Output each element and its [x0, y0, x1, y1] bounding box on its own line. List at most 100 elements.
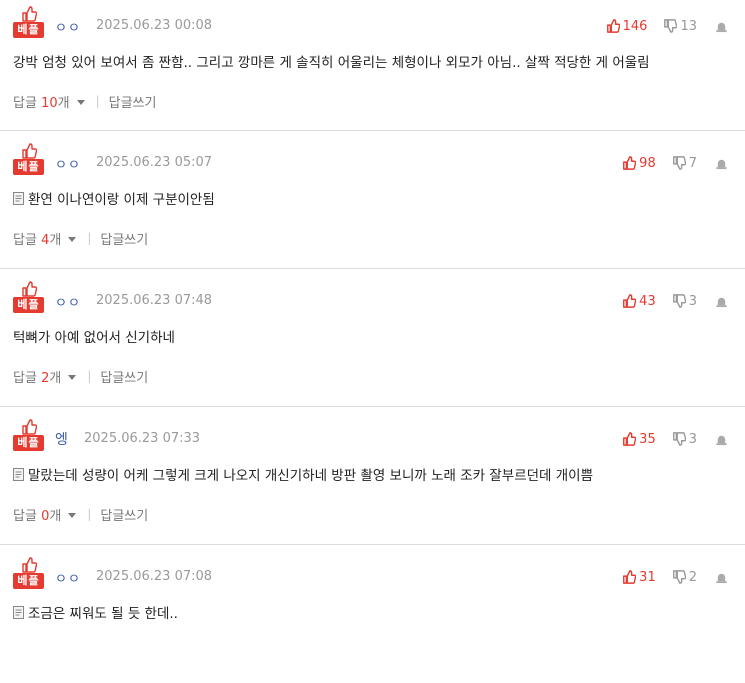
upvote-button[interactable]: 35 [622, 432, 656, 447]
nickname[interactable]: 엥 [55, 429, 68, 449]
thumbs-down-icon [672, 294, 686, 308]
upvote-button[interactable]: 31 [622, 570, 656, 585]
comment-header: 베플 ㅇㅇ 2025.06.23 05:07 98 7 [13, 143, 737, 178]
upvote-count: 146 [622, 18, 648, 34]
vote-area: 35 3 [622, 430, 729, 448]
divider: | [87, 507, 92, 521]
siren-icon [716, 573, 727, 583]
comment-text: 말랐는데 성량이 어케 그렇게 크게 나오지 개신기하네 방판 촬영 보니까 노… [13, 464, 737, 484]
nickname[interactable]: ㅇㅇ [55, 292, 81, 311]
caret-down-icon[interactable] [68, 513, 77, 518]
comment-text: 조금은 찌워도 될 듯 한데.. [13, 602, 737, 622]
reply-toggle[interactable]: 답글 0개 [13, 505, 61, 524]
best-label: 베플 [13, 435, 44, 451]
thumbs-up-icon [22, 557, 37, 573]
comment-text: 턱뼈가 아예 없어서 신기하네 [13, 330, 175, 346]
upvote-button[interactable]: 43 [622, 294, 656, 309]
downvote-button[interactable]: 3 [672, 294, 697, 309]
comment-item: 베플 ㅇㅇ 2025.06.23 00:08 146 13 강박 엄청 있어 보… [0, 0, 745, 131]
report-button[interactable] [715, 19, 729, 33]
write-reply-button[interactable]: 답글쓰기 [100, 229, 148, 248]
comment-text: 강박 엄청 있어 보여서 좀 짠함.. 그리고 깡마른 게 솔직히 어울리는 체… [13, 55, 650, 71]
comment-list: 베플 ㅇㅇ 2025.06.23 00:08 146 13 강박 엄청 있어 보… [0, 0, 745, 683]
comment-footer: 답글 2개 | 답글쓰기 [13, 367, 737, 386]
write-reply-button[interactable]: 답글쓰기 [109, 92, 157, 111]
downvote-button[interactable]: 2 [672, 570, 697, 585]
thumbs-down-icon [664, 19, 678, 33]
document-icon [13, 605, 24, 619]
write-reply-button[interactable]: 답글쓰기 [100, 505, 148, 524]
report-button[interactable] [715, 156, 729, 170]
downvote-button[interactable]: 7 [672, 156, 697, 171]
thumbs-down-icon [672, 432, 686, 446]
siren-icon [716, 159, 727, 169]
report-button[interactable] [715, 570, 729, 584]
timestamp: 2025.06.23 00:08 [96, 18, 213, 33]
nickname[interactable]: ㅇㅇ [55, 568, 81, 587]
best-label: 베플 [13, 22, 44, 38]
comment-header: 베플 ㅇㅇ 2025.06.23 07:48 43 3 [13, 281, 737, 316]
vote-area: 146 13 [606, 17, 729, 35]
vote-area: 43 3 [622, 292, 729, 310]
comment-header: 베플 ㅇㅇ 2025.06.23 07:08 31 2 [13, 557, 737, 592]
vote-area: 98 7 [622, 154, 729, 172]
thumbs-down-icon [672, 156, 686, 170]
downvote-count: 2 [688, 569, 697, 585]
nickname[interactable]: ㅇㅇ [55, 17, 81, 36]
downvote-button[interactable]: 13 [663, 19, 697, 34]
downvote-count: 7 [688, 155, 697, 171]
best-badge: 베플 [13, 281, 44, 316]
comment-footer: 답글 0개 | 답글쓰기 [13, 505, 737, 524]
thumbs-up-icon [606, 19, 620, 33]
comment-header: 베플 ㅇㅇ 2025.06.23 00:08 146 13 [13, 6, 737, 41]
best-label: 베플 [13, 573, 44, 589]
divider: | [87, 369, 92, 383]
upvote-count: 43 [639, 293, 656, 309]
caret-down-icon[interactable] [68, 375, 77, 380]
nickname[interactable]: ㅇㅇ [55, 154, 81, 173]
thumbs-up-icon [623, 570, 637, 584]
report-button[interactable] [715, 294, 729, 308]
best-badge: 베플 [13, 143, 44, 178]
thumbs-up-icon [22, 143, 37, 159]
upvote-count: 35 [639, 431, 656, 447]
downvote-count: 3 [688, 431, 697, 447]
comment-item: 베플 ㅇㅇ 2025.06.23 07:08 31 2 조금은 찌워도 될 듯 … [0, 545, 745, 683]
best-badge: 베플 [13, 419, 44, 454]
upvote-count: 31 [639, 569, 656, 585]
best-badge: 베플 [13, 6, 44, 41]
best-badge: 베플 [13, 557, 44, 592]
thumbs-up-icon [623, 432, 637, 446]
timestamp: 2025.06.23 05:07 [96, 155, 213, 170]
downvote-count: 3 [688, 293, 697, 309]
thumbs-up-icon [22, 6, 37, 22]
caret-down-icon[interactable] [76, 100, 85, 105]
thumbs-up-icon [623, 294, 637, 308]
upvote-button[interactable]: 98 [622, 156, 656, 171]
thumbs-up-icon [22, 281, 37, 297]
reply-toggle[interactable]: 답글 2개 [13, 367, 61, 386]
comment-text: 환연 이나연이랑 이제 구분이안됨 [13, 188, 737, 208]
siren-icon [716, 297, 727, 307]
reply-toggle[interactable]: 답글 10개 [13, 92, 70, 111]
thumbs-down-icon [672, 570, 686, 584]
siren-icon [716, 22, 727, 32]
comment-item: 베플 ㅇㅇ 2025.06.23 05:07 98 7 환연 이나연이랑 이제 … [0, 131, 745, 269]
timestamp: 2025.06.23 07:08 [96, 569, 213, 584]
comment-header: 베플 엥 2025.06.23 07:33 35 3 [13, 419, 737, 454]
upvote-button[interactable]: 146 [606, 18, 648, 34]
divider: | [87, 231, 92, 245]
best-label: 베플 [13, 159, 44, 175]
divider: | [95, 94, 100, 108]
write-reply-button[interactable]: 답글쓰기 [100, 367, 148, 386]
thumbs-up-icon [623, 156, 637, 170]
comment-footer: 답글 4개 | 답글쓰기 [13, 229, 737, 248]
comment-item: 베플 ㅇㅇ 2025.06.23 07:48 43 3 턱뼈가 아예 없어서 신… [0, 269, 745, 407]
comment-footer: 답글 10개 | 답글쓰기 [13, 92, 737, 111]
downvote-button[interactable]: 3 [672, 432, 697, 447]
caret-down-icon[interactable] [68, 237, 77, 242]
vote-area: 31 2 [622, 568, 729, 586]
document-icon [13, 467, 24, 481]
reply-toggle[interactable]: 답글 4개 [13, 229, 61, 248]
report-button[interactable] [715, 432, 729, 446]
